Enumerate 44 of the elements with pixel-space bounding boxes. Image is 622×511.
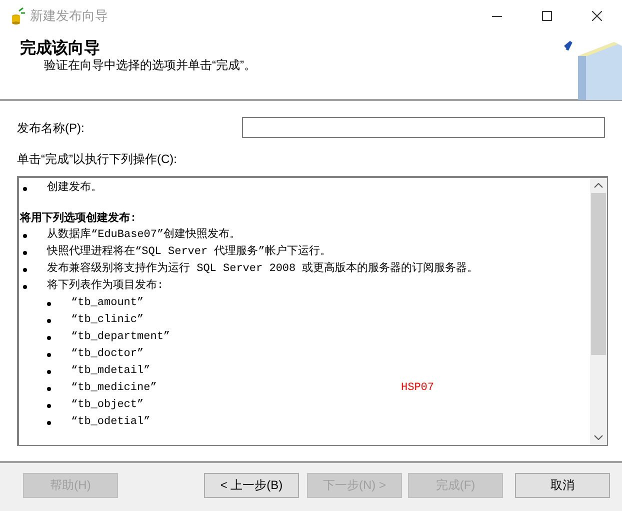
- header-subtitle: 验证在向导中选择的选项并单击“完成”。: [43, 58, 256, 72]
- publication-name-field[interactable]: [242, 117, 605, 138]
- scroll-thumb[interactable]: [591, 193, 606, 355]
- list-item-text: 创建发布。: [47, 180, 102, 196]
- scrollbar[interactable]: [590, 178, 607, 445]
- bullet-icon: [23, 234, 27, 238]
- field-label: 发布名称(P):: [17, 120, 86, 136]
- bullet-icon: [47, 386, 51, 390]
- book-drawing: [562, 38, 622, 100]
- list-item-text: “tb_clinic”: [71, 313, 145, 328]
- bullet-icon: [23, 268, 27, 272]
- window-title: 新建发布向导: [30, 7, 108, 26]
- maximize-icon[interactable]: [542, 11, 552, 21]
- bullet-icon: [23, 250, 27, 254]
- wizard-button[interactable]: < 上一步(B): [204, 472, 299, 498]
- list-item-text: 快照代理进程将在“SQL Server 代理服务”帐户下运行。: [47, 244, 331, 260]
- bullet-icon: [47, 302, 51, 306]
- header-title: 完成该向导: [20, 40, 101, 58]
- actions-label: 单击“完成”以执行下列操作(C):: [17, 151, 178, 168]
- list-item-text: “tb_doctor”: [71, 347, 145, 362]
- list-item-text: 将用下列选项创建发布:: [20, 210, 137, 226]
- list-item-text: “tb_object”: [71, 398, 145, 414]
- wizard-button[interactable]: 取消: [515, 472, 610, 498]
- bullet-icon: [23, 186, 27, 190]
- bullet-icon: [47, 352, 51, 356]
- scroll-down-icon[interactable]: [594, 435, 603, 440]
- bullet-icon: [47, 404, 51, 408]
- app-icon: [10, 7, 26, 25]
- annotation-text: HSP07: [401, 381, 434, 396]
- bullet-icon: [47, 420, 51, 424]
- list-item-text: 从数据库“EduBase07”创建快照发布。: [47, 227, 241, 244]
- list-item-text: “tb_mdetail”: [71, 364, 152, 380]
- bullet-icon: [47, 370, 51, 374]
- bullet-icon: [47, 336, 51, 340]
- bullet-icon: [23, 284, 27, 288]
- list-item-text: 发布兼容级别将支持作为运行 SQL Server 2008 或更高版本的服务器的订阅服务器。: [47, 261, 478, 278]
- bullet-icon: [47, 318, 51, 322]
- list-item-text: “tb_amount”: [71, 296, 145, 312]
- scroll-up-icon[interactable]: [594, 183, 603, 188]
- close-icon[interactable]: [592, 11, 602, 21]
- list-item-text: “tb_medicine”: [71, 381, 158, 396]
- list-item-text: “tb_department”: [71, 330, 172, 346]
- list-item-text: “tb_odetial”: [71, 415, 152, 430]
- list-item-text: 将下列表作为项目发布:: [47, 278, 164, 294]
